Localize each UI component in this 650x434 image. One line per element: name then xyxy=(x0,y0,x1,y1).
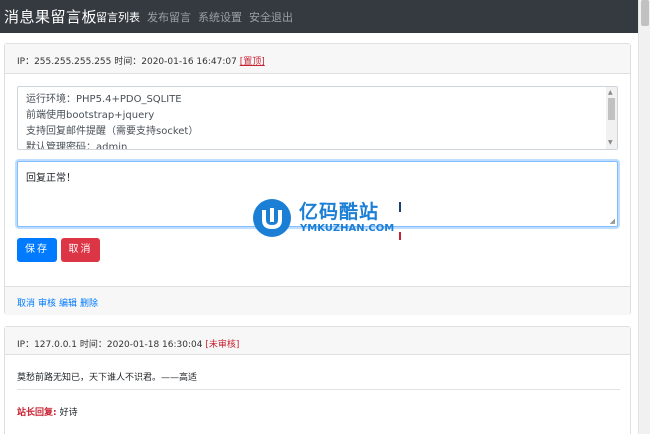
cancel-link[interactable]: 取消 xyxy=(17,299,35,309)
reply-input-value: 回复正常！ xyxy=(26,173,76,184)
action-links: 取消 审核 编辑 删除 xyxy=(17,296,101,309)
content-line: 默认管理密码：admin xyxy=(26,142,128,150)
message-content: 莫愁前路无知已，天下谁人不识君。——高适 xyxy=(17,373,198,383)
delete-link[interactable]: 删除 xyxy=(80,299,98,309)
message-card: IP：127.0.0.1 时间：2020-01-18 16:30:04 [未审核… xyxy=(4,326,631,434)
watermark-subtitle: YMKUZHAN.COM xyxy=(300,223,395,234)
approve-link[interactable]: 审核 xyxy=(38,299,56,309)
scroll-down-icon[interactable]: ▼ xyxy=(608,139,613,146)
resize-handle-icon[interactable]: ◢ xyxy=(610,217,615,225)
page-scrollbar-thumb[interactable] xyxy=(641,0,649,26)
admin-reply: 站长回复: 好诗 xyxy=(17,405,78,418)
message-meta: IP：255.255.255.255 时间：2020-01-16 16:47:0… xyxy=(17,54,265,67)
navbar: 消息果留言板 留言列表 发布留言 系统设置 安全退出 xyxy=(0,0,638,33)
message-ip-time: IP：255.255.255.255 时间：2020-01-16 16:47:0… xyxy=(17,57,237,67)
message-ip-time: IP：127.0.0.1 时间：2020-01-18 16:30:04 xyxy=(17,340,203,350)
admin-reply-label: 站长回复: xyxy=(17,408,57,418)
save-button[interactable]: 保存 xyxy=(17,238,57,262)
divider xyxy=(17,389,620,390)
watermark-accent xyxy=(399,232,401,240)
message-footer: 取消 审核 编辑 删除 xyxy=(5,286,630,315)
nav-post-message[interactable]: 发布留言 xyxy=(147,9,191,25)
nav-system-settings[interactable]: 系统设置 xyxy=(198,9,242,25)
edit-link[interactable]: 编辑 xyxy=(59,299,77,309)
textarea-scroll-thumb[interactable] xyxy=(608,98,615,120)
page-scrollbar[interactable] xyxy=(638,0,650,434)
message-content-textarea[interactable]: 运行环境：PHP5.4+PDO_SQLITE 前端使用bootstrap+jqu… xyxy=(17,86,618,150)
textarea-scrollbar[interactable]: ▲ ▼ xyxy=(606,87,617,149)
brand-title[interactable]: 消息果留言板 xyxy=(4,6,97,27)
content-line: 前端使用bootstrap+jquery xyxy=(26,110,155,121)
watermark-accent xyxy=(399,202,401,212)
watermark-logo-icon xyxy=(253,199,291,237)
nav-message-list[interactable]: 留言列表 xyxy=(96,9,140,25)
content-line: 运行环境：PHP5.4+PDO_SQLITE xyxy=(26,94,182,105)
admin-reply-text: 好诗 xyxy=(59,408,78,418)
watermark-title: 亿码酷站 xyxy=(299,201,380,223)
unreviewed-tag: [未审核] xyxy=(205,340,240,350)
message-header: IP：127.0.0.1 时间：2020-01-18 16:30:04 [未审核… xyxy=(5,327,630,355)
message-header: IP：255.255.255.255 时间：2020-01-16 16:47:0… xyxy=(5,44,630,74)
content-line: 支持回复邮件提醒（需要支持socket） xyxy=(26,126,199,137)
scroll-up-icon[interactable]: ▲ xyxy=(608,89,613,96)
message-content-lines: 运行环境：PHP5.4+PDO_SQLITE 前端使用bootstrap+jqu… xyxy=(26,92,199,150)
pin-tag[interactable]: [置顶] xyxy=(240,57,265,67)
cancel-button[interactable]: 取消 xyxy=(61,238,100,262)
message-meta: IP：127.0.0.1 时间：2020-01-18 16:30:04 [未审核… xyxy=(17,337,239,350)
message-card: IP：255.255.255.255 时间：2020-01-16 16:47:0… xyxy=(4,43,631,315)
nav-logout[interactable]: 安全退出 xyxy=(249,9,293,25)
watermark-logo: 亿码酷站 YMKUZHAN.COM xyxy=(251,196,411,242)
